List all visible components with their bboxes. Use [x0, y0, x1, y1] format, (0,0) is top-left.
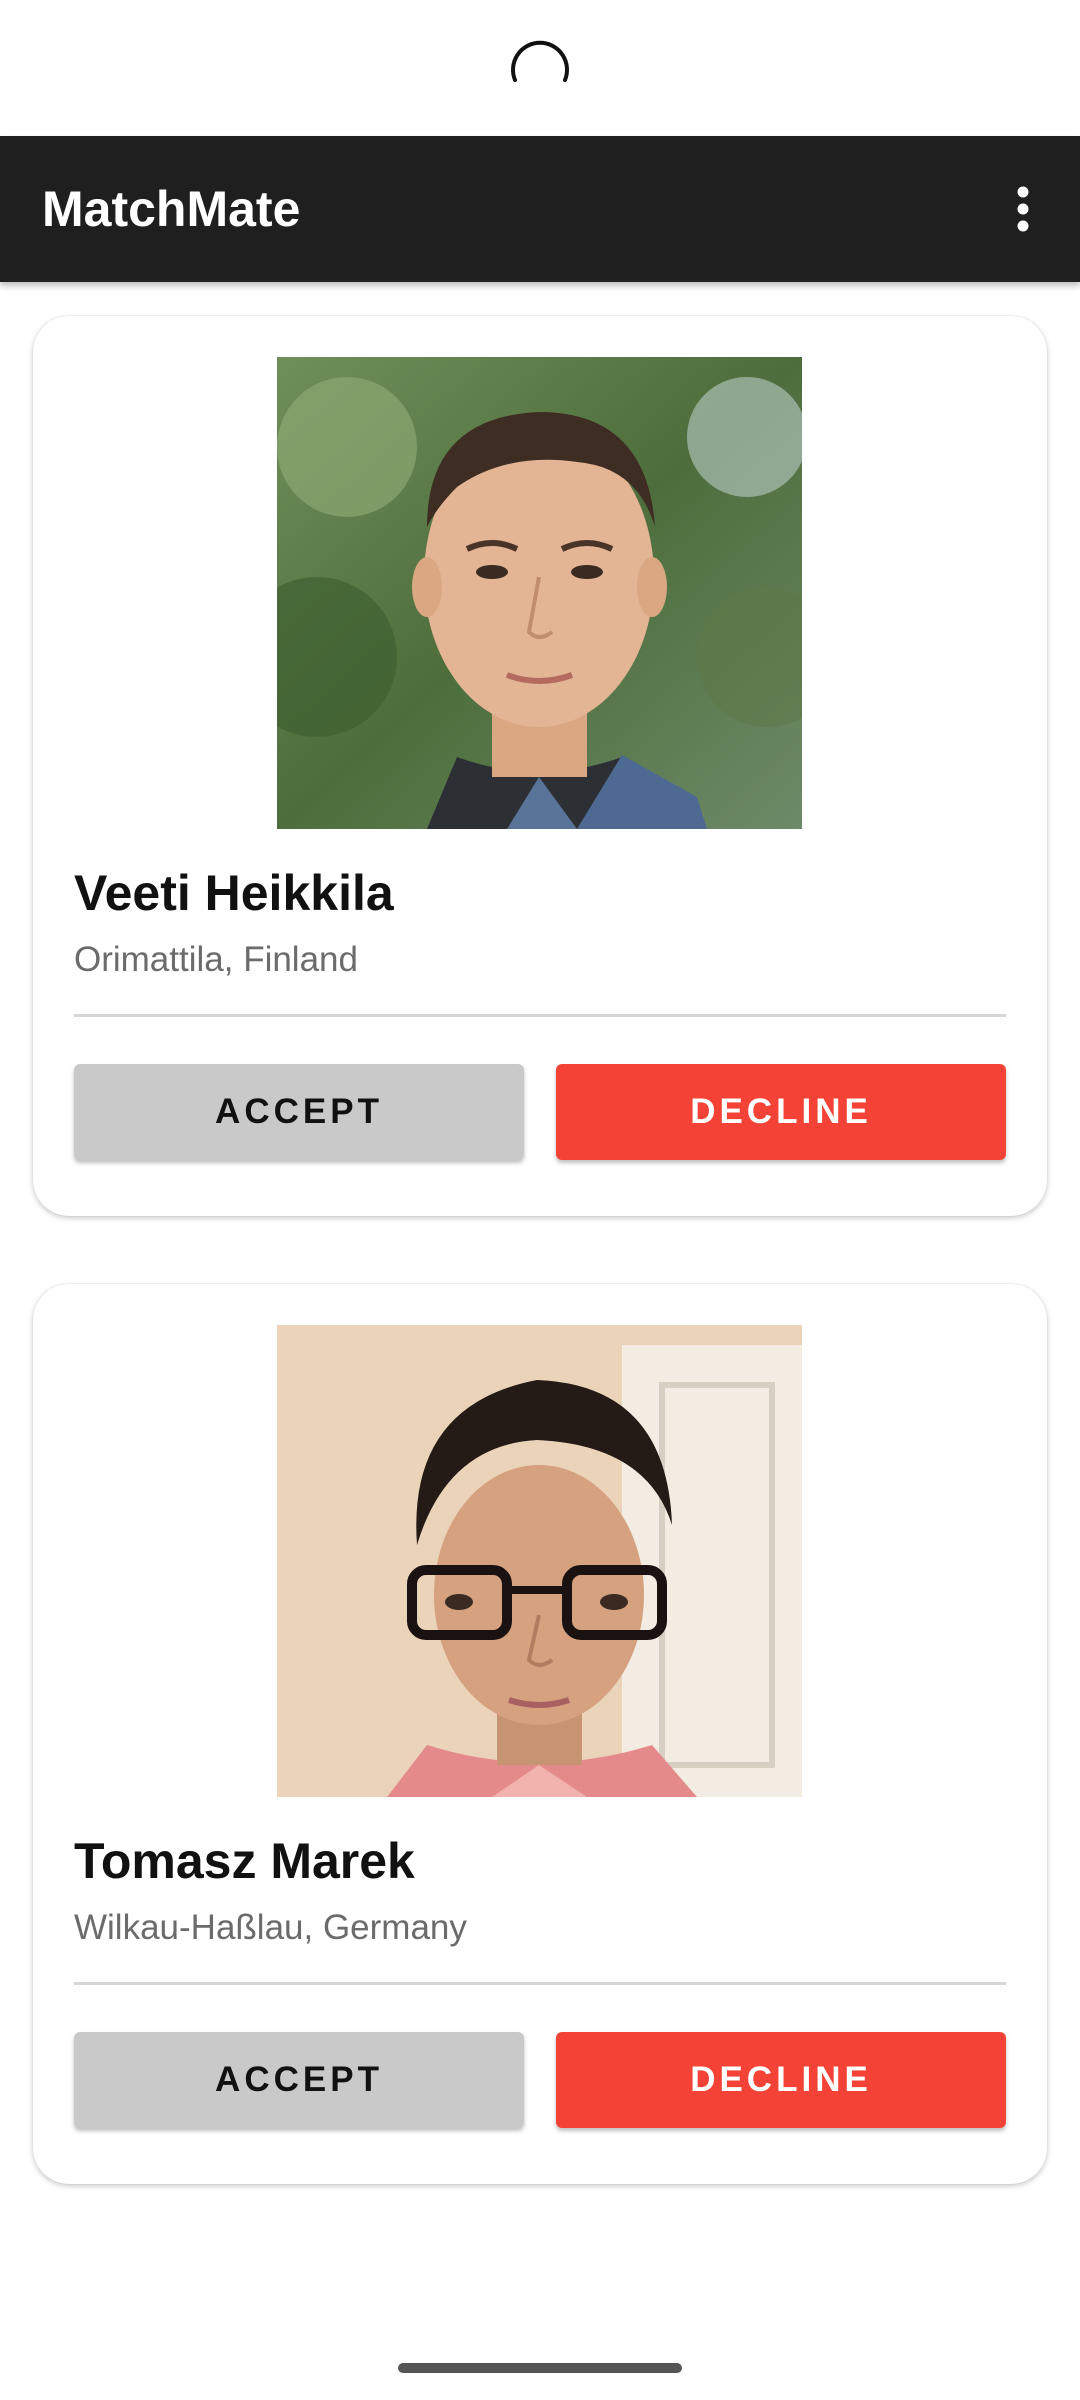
- profile-card: Tomasz Marek Wilkau-Haßlau, Germany ACCE…: [33, 1284, 1047, 2184]
- decline-button[interactable]: DECLINE: [556, 1064, 1006, 1160]
- screen: MatchMate Veeti Heikkila Orimattila, Fin…: [0, 0, 1080, 2400]
- app-title: MatchMate: [42, 181, 301, 237]
- loading-spinner-icon: [511, 40, 569, 82]
- more-vert-icon: [1017, 186, 1029, 232]
- profile-location: Wilkau-Haßlau, Germany: [74, 1908, 467, 1947]
- profile-photo: [277, 1325, 802, 1797]
- accept-button[interactable]: ACCEPT: [74, 1064, 524, 1160]
- profile-name: Veeti Heikkila: [74, 865, 394, 921]
- pull-to-refresh-area: [0, 0, 1080, 136]
- decline-button[interactable]: DECLINE: [556, 2032, 1006, 2128]
- home-indicator[interactable]: [398, 2363, 682, 2373]
- accept-button[interactable]: ACCEPT: [74, 2032, 524, 2128]
- overflow-menu-button[interactable]: [990, 176, 1056, 242]
- divider: [74, 1014, 1006, 1017]
- divider: [74, 1982, 1006, 1985]
- app-bar: MatchMate: [0, 136, 1080, 282]
- profile-location: Orimattila, Finland: [74, 940, 358, 979]
- profile-photo: [277, 357, 802, 829]
- profile-card: Veeti Heikkila Orimattila, Finland ACCEP…: [33, 316, 1047, 1216]
- profile-name: Tomasz Marek: [74, 1833, 415, 1889]
